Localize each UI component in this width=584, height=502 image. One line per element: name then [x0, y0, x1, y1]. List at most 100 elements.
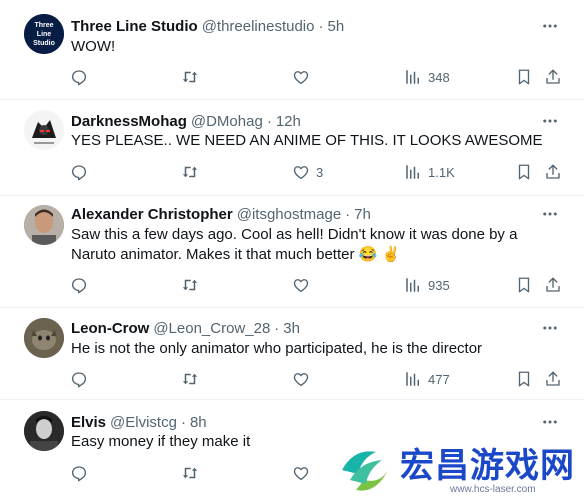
reply-button[interactable]	[70, 463, 94, 483]
bookmark-button[interactable]	[515, 275, 533, 295]
tweet-item[interactable]: Three Line Studio Three Line Studio @thr…	[0, 0, 584, 100]
reply-button[interactable]	[70, 369, 94, 389]
like-button[interactable]	[292, 463, 316, 483]
retweet-icon	[182, 279, 198, 291]
tweet-header: Three Line Studio @threelinestudio · 5h	[71, 16, 344, 36]
separator-dot: ·	[274, 319, 280, 337]
tweet-item[interactable]: Leon-Crow @Leon_Crow_28 · 3h He is not t…	[0, 308, 584, 400]
tweet-header: DarknessMohag @DMohag · 12h	[71, 111, 301, 131]
share-button[interactable]	[544, 67, 562, 87]
bookmark-icon	[518, 277, 530, 293]
watermark-logo-icon	[342, 451, 388, 491]
bookmark-button[interactable]	[515, 67, 533, 87]
timestamp[interactable]: 8h	[190, 414, 207, 431]
retweet-button[interactable]	[180, 369, 206, 389]
share-button[interactable]	[544, 162, 562, 182]
svg-text:Studio: Studio	[33, 40, 55, 47]
share-button[interactable]	[544, 275, 562, 295]
view-count: 935	[428, 277, 450, 293]
tweet-text: Saw this a few days ago. Cool as hell! D…	[71, 226, 518, 263]
more-icon[interactable]	[540, 16, 560, 36]
timestamp[interactable]: 3h	[283, 320, 300, 337]
author-handle[interactable]: @Elvistcg	[110, 414, 177, 431]
tweet-item[interactable]: DarknessMohag @DMohag · 12h YES PLEASE..…	[0, 100, 584, 196]
tweet-header: Leon-Crow @Leon_Crow_28 · 3h	[71, 318, 300, 338]
share-icon	[546, 371, 560, 386]
more-icon[interactable]	[540, 318, 560, 338]
avatar[interactable]: Three Line Studio	[24, 14, 64, 54]
tweet-header: Alexander Christopher @itsghostmage · 7h	[71, 204, 371, 224]
like-icon	[293, 166, 309, 180]
more-icon[interactable]	[540, 111, 560, 131]
views-button[interactable]: 1.1K	[404, 162, 455, 182]
reply-button[interactable]	[70, 162, 94, 182]
tweet-item[interactable]: Alexander Christopher @itsghostmage · 7h…	[0, 196, 584, 308]
share-button[interactable]	[544, 369, 562, 389]
views-icon	[406, 70, 419, 84]
like-icon	[293, 279, 309, 293]
reply-button[interactable]	[70, 67, 94, 87]
separator-dot: ·	[318, 17, 324, 35]
like-icon	[293, 373, 309, 387]
more-icon[interactable]	[540, 204, 560, 224]
retweet-icon	[182, 373, 198, 385]
timestamp[interactable]: 7h	[354, 206, 371, 223]
retweet-icon	[182, 467, 198, 479]
author-name[interactable]: DarknessMohag	[71, 113, 187, 130]
author-name[interactable]: Elvis	[71, 414, 106, 431]
timestamp[interactable]: 12h	[276, 113, 301, 130]
retweet-button[interactable]	[180, 275, 206, 295]
avatar[interactable]	[24, 411, 64, 451]
bookmark-button[interactable]	[515, 162, 533, 182]
more-icon[interactable]	[540, 412, 560, 432]
retweet-button[interactable]	[180, 162, 206, 182]
bookmark-button[interactable]	[515, 369, 533, 389]
views-button[interactable]: 935	[404, 275, 450, 295]
retweet-button[interactable]	[180, 67, 206, 87]
author-handle[interactable]: @Leon_Crow_28	[153, 320, 270, 337]
retweet-button[interactable]	[180, 463, 206, 483]
tweet-text: YES PLEASE.. WE NEED AN ANIME OF THIS. I…	[71, 132, 543, 149]
avatar[interactable]	[24, 110, 64, 150]
reply-icon	[71, 372, 87, 388]
like-icon	[293, 467, 309, 481]
views-icon	[406, 278, 419, 292]
like-button[interactable]	[292, 369, 316, 389]
author-name[interactable]: Three Line Studio	[71, 18, 198, 35]
tweet-header: Elvis @Elvistcg · 8h	[71, 412, 207, 432]
like-button[interactable]: 3	[292, 162, 323, 182]
reply-icon	[71, 70, 87, 86]
svg-text:Three: Three	[34, 22, 53, 29]
author-handle[interactable]: @itsghostmage	[237, 206, 341, 223]
watermark-url: www.hcs-laser.com	[450, 484, 536, 495]
tweet-text: He is not the only animator who particip…	[71, 340, 483, 357]
avatar[interactable]	[24, 318, 64, 358]
reply-icon	[71, 165, 87, 181]
timestamp[interactable]: 5h	[327, 18, 344, 35]
bookmark-icon	[518, 371, 530, 387]
watermark-text: 宏昌游戏网	[400, 446, 575, 486]
tweet-actions: 477	[0, 369, 584, 389]
like-count: 3	[316, 164, 324, 180]
reply-icon	[71, 278, 87, 294]
author-handle[interactable]: @DMohag	[191, 113, 263, 130]
avatar[interactable]	[24, 205, 64, 245]
share-icon	[546, 69, 560, 84]
views-icon	[406, 372, 419, 386]
retweet-icon	[182, 166, 198, 178]
author-handle[interactable]: @threelinestudio	[202, 18, 315, 35]
like-button[interactable]	[292, 275, 316, 295]
views-icon	[406, 165, 419, 179]
reply-button[interactable]	[70, 275, 94, 295]
views-button[interactable]: 348	[404, 67, 450, 87]
separator-dot: ·	[180, 413, 186, 431]
views-button[interactable]: 477	[404, 369, 450, 389]
like-button[interactable]	[292, 67, 316, 87]
watermark: 宏昌游戏网 www.hcs-laser.com	[330, 436, 584, 502]
tweet-text: WOW!	[71, 38, 116, 55]
author-name[interactable]: Alexander Christopher	[71, 206, 233, 223]
view-count: 348	[428, 69, 450, 85]
share-icon	[546, 277, 560, 292]
author-name[interactable]: Leon-Crow	[71, 320, 149, 337]
tweet-actions: 3 1.1K	[0, 162, 584, 182]
